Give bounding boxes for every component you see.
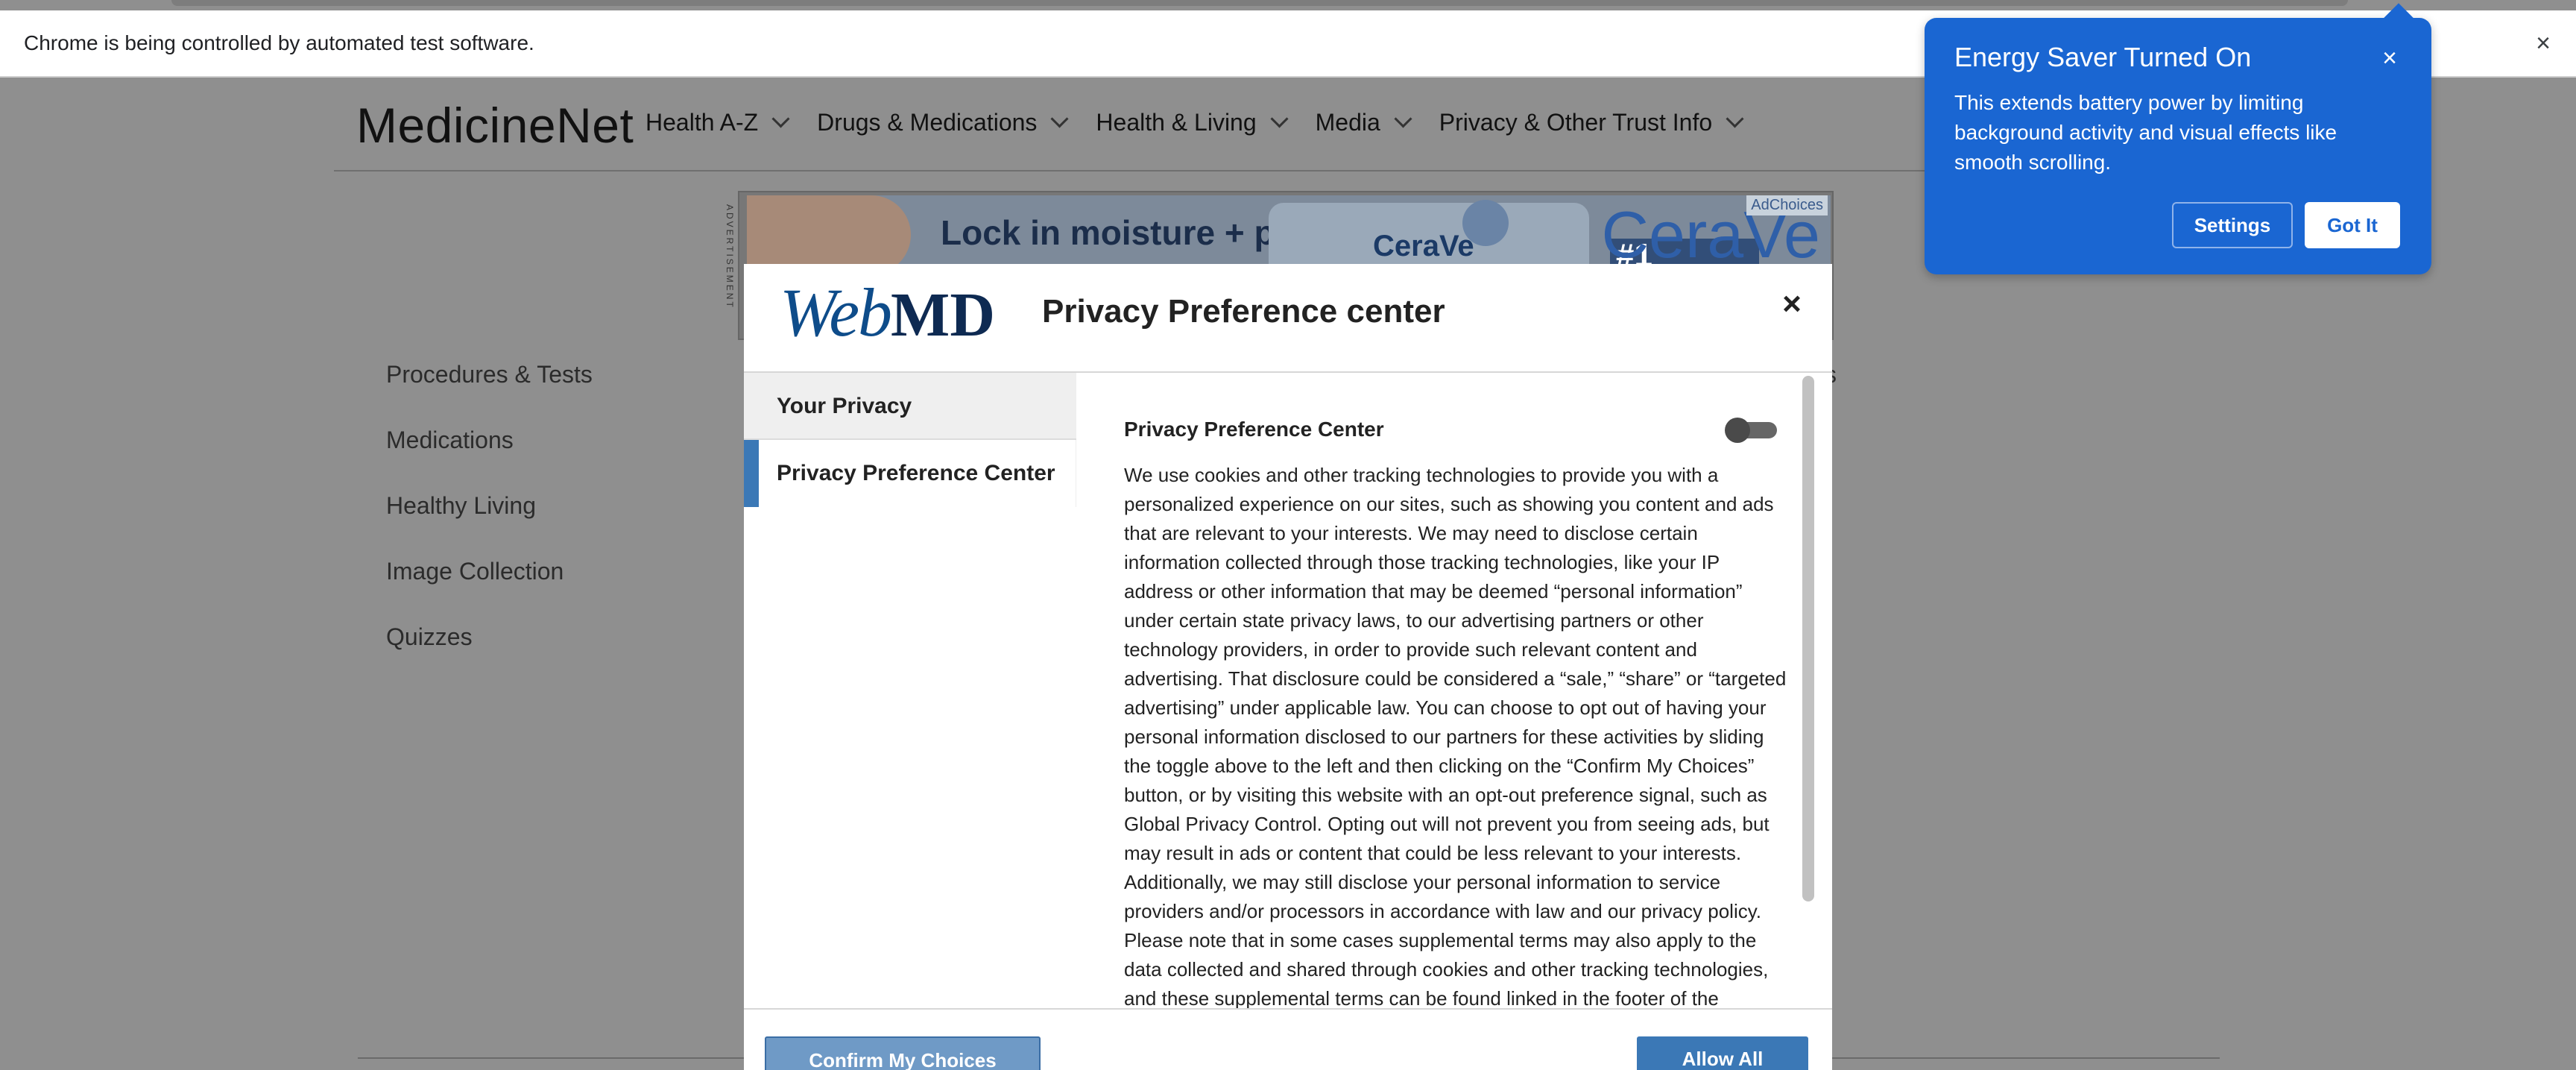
privacy-body-text: We use cookies and other tracking techno… xyxy=(1124,464,1787,1008)
nav-label: Media xyxy=(1315,109,1380,136)
nav-label: Health A-Z xyxy=(645,109,759,136)
infobar-close-icon[interactable]: × xyxy=(2527,27,2560,60)
privacy-modal: WebMD Privacy Preference center × Your P… xyxy=(744,264,1832,1070)
nav-item-health-a-z[interactable]: Health A-Z xyxy=(645,109,790,136)
nav-item-drugs-medications[interactable]: Drugs & Medications xyxy=(817,109,1069,136)
side-link-quizzes[interactable]: Quizzes xyxy=(386,619,593,685)
section-title: Privacy Preference Center xyxy=(1124,418,1384,441)
side-link-healthy-living[interactable]: Healthy Living xyxy=(386,488,593,553)
tab-your-privacy[interactable]: Your Privacy xyxy=(744,373,1076,440)
ad-banner[interactable]: Lock in moisture + protect dry skin Cera… xyxy=(747,195,1831,274)
webmd-logo: WebMD xyxy=(780,271,995,356)
chevron-down-icon xyxy=(771,110,790,128)
close-icon[interactable]: × xyxy=(2376,45,2403,72)
close-icon[interactable]: × xyxy=(1772,285,1811,324)
infobar-message: Chrome is being controlled by automated … xyxy=(24,31,534,54)
toggle-knob xyxy=(1725,418,1750,443)
nav-item-media[interactable]: Media xyxy=(1315,109,1412,136)
side-link-procedures-tests[interactable]: Procedures & Tests xyxy=(386,356,593,422)
logo-md: MD xyxy=(891,280,995,350)
scrollbar-thumb[interactable] xyxy=(1802,376,1814,901)
energy-saver-body: This extends battery power by limiting b… xyxy=(1954,91,2337,174)
chevron-down-icon xyxy=(1726,110,1744,128)
address-bar[interactable] xyxy=(171,0,2348,6)
modal-header: WebMD Privacy Preference center × xyxy=(744,264,1832,373)
adchoices-link[interactable]: AdChoices xyxy=(1746,195,1828,215)
nav-item-privacy-trust[interactable]: Privacy & Other Trust Info xyxy=(1439,109,1744,136)
allow-all-button[interactable]: Allow All xyxy=(1637,1036,1808,1070)
tab-privacy-preference-center[interactable]: Privacy Preference Center xyxy=(744,440,1076,507)
side-menu: Procedures & Tests Medications Healthy L… xyxy=(386,356,593,685)
ad-image-hand xyxy=(747,195,911,274)
modal-content: Privacy Preference Center We use cookies… xyxy=(1076,373,1802,1008)
chevron-down-icon xyxy=(1050,110,1069,128)
nav-label: Privacy & Other Trust Info xyxy=(1439,109,1713,136)
site-logo[interactable]: MedicineNet xyxy=(356,97,634,154)
nav-label: Health & Living xyxy=(1096,109,1257,136)
energy-saver-popup: Energy Saver Turned On × This extends ba… xyxy=(1925,18,2431,274)
settings-button[interactable]: Settings xyxy=(2172,202,2293,248)
content-scrollbar[interactable] xyxy=(1801,376,1819,1007)
confirm-choices-button[interactable]: Confirm My Choices xyxy=(765,1036,1041,1070)
consent-toggle[interactable] xyxy=(1725,418,1777,443)
modal-tabs: Your Privacy Privacy Preference Center xyxy=(744,373,1076,507)
modal-title: Privacy Preference center xyxy=(1042,293,1445,330)
main-nav: Health A-Z Drugs & Medications Health & … xyxy=(645,109,1771,136)
side-link-image-collection[interactable]: Image Collection xyxy=(386,553,593,619)
ad-label: ADVERTISEMENT xyxy=(724,204,735,309)
modal-footer: Confirm My Choices Allow All xyxy=(744,1008,1832,1070)
ad-product-brand: CeraVe xyxy=(1373,230,1474,262)
nav-item-health-living[interactable]: Health & Living xyxy=(1096,109,1289,136)
nav-label: Drugs & Medications xyxy=(817,109,1038,136)
got-it-button[interactable]: Got It xyxy=(2305,202,2400,248)
chevron-down-icon xyxy=(1270,110,1289,128)
chevron-down-icon xyxy=(1394,110,1412,128)
browser-top-strip xyxy=(0,0,2576,10)
logo-web: Web xyxy=(780,274,892,350)
side-link-medications[interactable]: Medications xyxy=(386,422,593,488)
energy-saver-title: Energy Saver Turned On xyxy=(1954,42,2252,72)
